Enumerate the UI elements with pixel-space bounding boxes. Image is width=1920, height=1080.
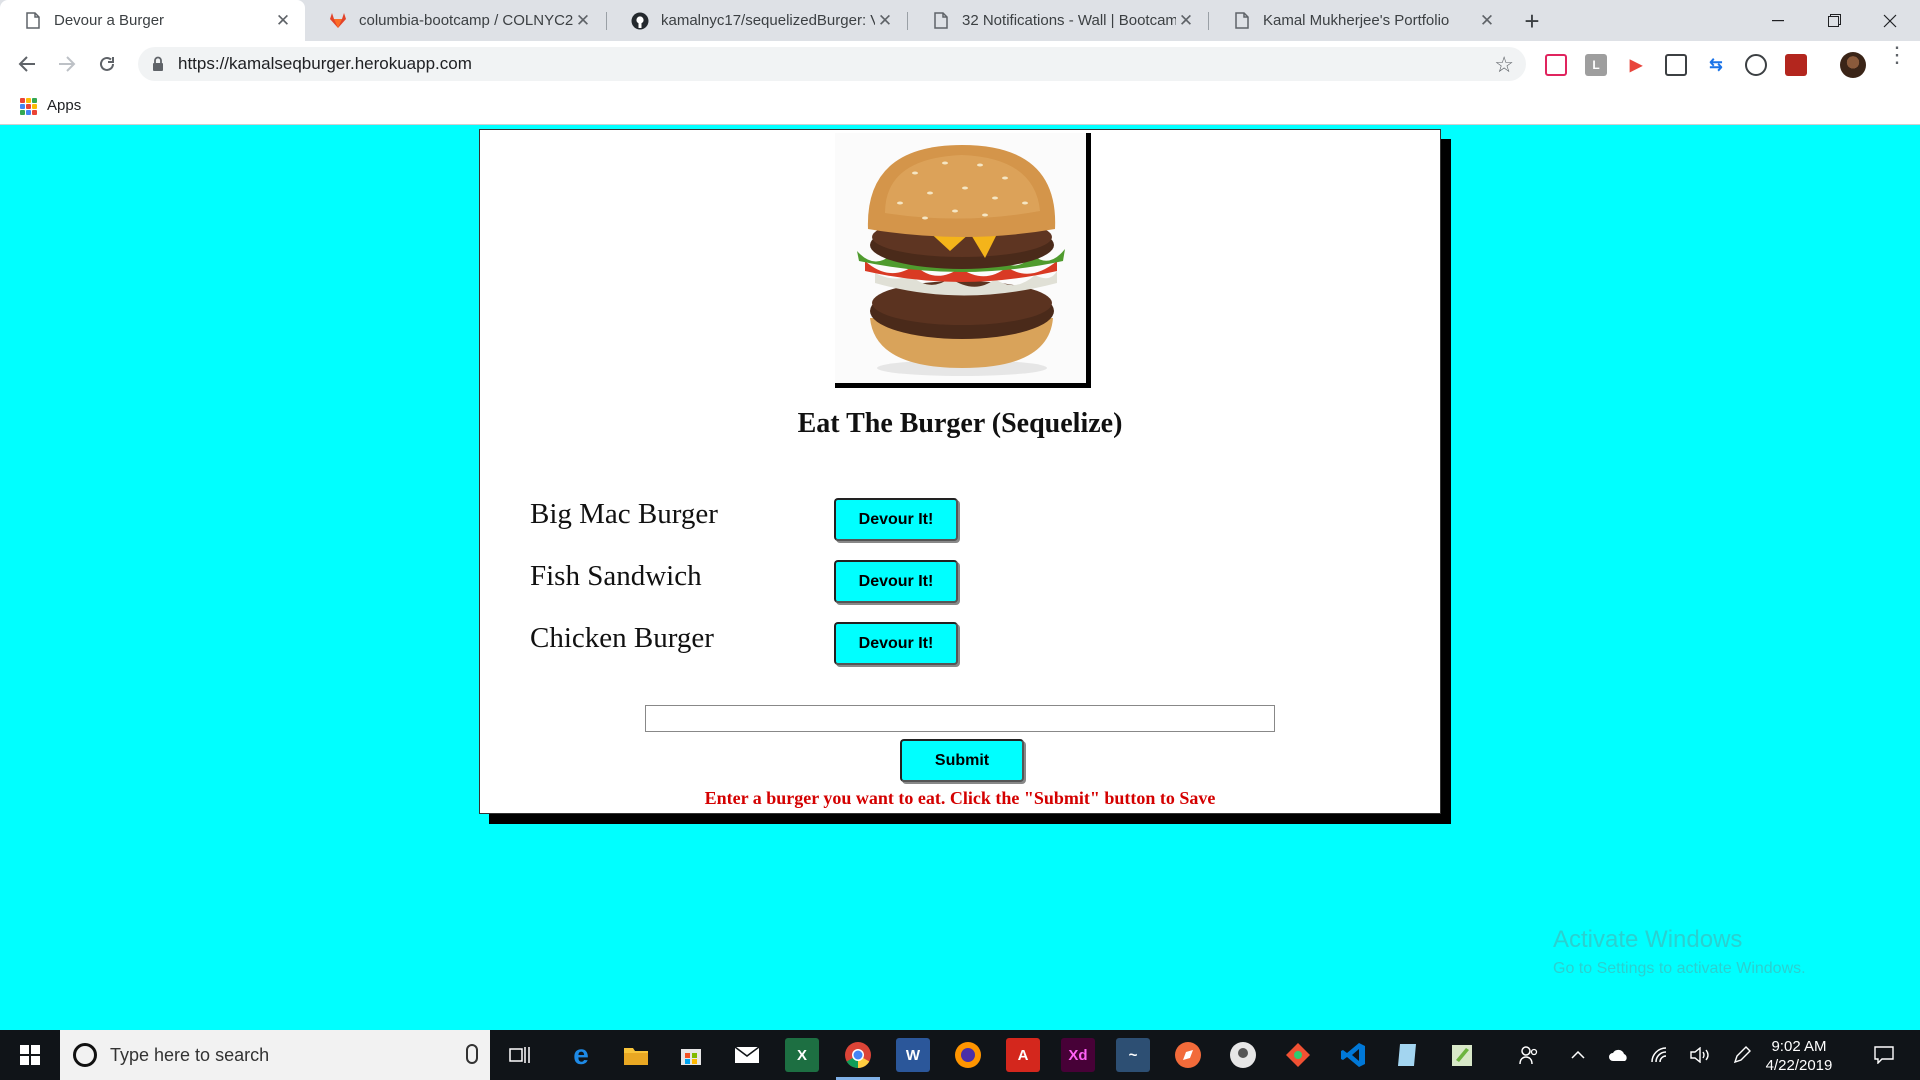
tab-github[interactable]: kamalnyc17/sequelizedBurger: Vi ✕ (607, 0, 907, 41)
github-desktop-icon[interactable] (1226, 1038, 1260, 1072)
excel-icon[interactable]: X (785, 1038, 819, 1072)
burger-card: Eat The Burger (Sequelize) Big Mac Burge… (479, 129, 1441, 814)
activate-windows-watermark: Activate Windows Go to Settings to activ… (1553, 926, 1806, 978)
microphone-icon[interactable] (466, 1044, 478, 1064)
tab-label: Devour a Burger (54, 12, 165, 29)
notepad-icon[interactable] (1391, 1038, 1425, 1072)
forward-arrow-icon[interactable] (52, 49, 82, 79)
mysql-workbench-icon[interactable]: ~ (1116, 1038, 1150, 1072)
restore-icon[interactable] (1806, 0, 1862, 41)
tab-strip: Devour a Burger ✕ columbia-bootcamp / CO… (0, 0, 1920, 41)
minimize-icon[interactable] (1750, 0, 1806, 41)
tab-devour-a-burger[interactable]: Devour a Burger ✕ (0, 0, 305, 41)
chrome-icon[interactable] (841, 1038, 875, 1072)
bookmarks-bar: Apps (0, 87, 1920, 125)
people-icon[interactable] (1512, 1030, 1546, 1080)
github-icon (631, 12, 649, 30)
devour-button[interactable]: Devour It! (834, 498, 958, 541)
burger-list-item: Chicken Burger Devour It! (530, 620, 1030, 666)
compass-icon[interactable] (1171, 1038, 1205, 1072)
devour-button[interactable]: Devour It! (834, 560, 958, 603)
tab-portfolio[interactable]: Kamal Mukherjee's Portfolio ✕ (1209, 0, 1509, 41)
word-icon[interactable]: W (896, 1038, 930, 1072)
onedrive-cloud-icon[interactable] (1604, 1030, 1634, 1080)
apps-grid-icon[interactable] (20, 98, 37, 115)
back-arrow-icon[interactable] (12, 49, 42, 79)
burger-name: Fish Sandwich (530, 560, 702, 592)
browser-toolbar: https://kamalseqburger.herokuapp.com ☆ L… (0, 41, 1920, 87)
burger-image-frame (835, 133, 1091, 388)
profile-avatar[interactable] (1840, 52, 1866, 78)
git-kraken-icon[interactable] (1281, 1038, 1315, 1072)
close-tab-icon[interactable]: ✕ (1176, 11, 1196, 31)
mail-icon[interactable] (730, 1038, 764, 1072)
burger-name: Big Mac Burger (530, 498, 718, 530)
adobe-xd-icon[interactable]: Xd (1061, 1038, 1095, 1072)
clock-time: 9:02 AM (1771, 1038, 1827, 1055)
lastpass-extension-icon[interactable]: L (1585, 54, 1607, 76)
reload-icon[interactable] (92, 49, 122, 79)
page-icon (24, 12, 42, 30)
notepad-plus-plus-icon[interactable] (1446, 1038, 1480, 1072)
chevron-up-icon[interactable] (1563, 1030, 1593, 1080)
task-view-icon[interactable] (503, 1038, 537, 1072)
file-explorer-icon[interactable] (619, 1038, 653, 1072)
close-tab-icon[interactable]: ✕ (573, 11, 593, 31)
burger-list-item: Fish Sandwich Devour It! (530, 558, 1030, 604)
pocket-extension-icon[interactable] (1545, 54, 1567, 76)
tab-label: Kamal Mukherjee's Portfolio (1263, 12, 1450, 29)
windows-taskbar: Type here to search e X W A Xd ~ 9:02 AM… (0, 1030, 1920, 1080)
close-tab-icon[interactable]: ✕ (875, 11, 895, 31)
tab-label: columbia-bootcamp / COLNYC20 (359, 12, 573, 29)
screencast-extension-icon[interactable]: ▶ (1625, 54, 1647, 76)
code-extension-icon[interactable] (1745, 54, 1767, 76)
wifi-icon[interactable] (1645, 1030, 1675, 1080)
search-placeholder: Type here to search (110, 1045, 270, 1065)
instruction-text: Enter a burger you want to eat. Click th… (704, 788, 1216, 808)
sync-extension-icon[interactable]: ⇆ (1705, 54, 1727, 76)
url-text: https://kamalseqburger.herokuapp.com (178, 54, 472, 73)
more-menu-icon[interactable]: ⋮ (1886, 44, 1908, 66)
address-bar[interactable]: https://kamalseqburger.herokuapp.com ☆ (138, 47, 1526, 81)
page-viewport: Eat The Burger (Sequelize) Big Mac Burge… (0, 126, 1920, 1030)
vscode-icon[interactable] (1336, 1038, 1370, 1072)
system-clock[interactable]: 9:02 AM 4/22/2019 (1756, 1037, 1842, 1075)
burger-name-input[interactable] (645, 705, 1275, 732)
tab-gitlab[interactable]: columbia-bootcamp / COLNYC20 ✕ (305, 0, 605, 41)
gitlab-icon (329, 12, 347, 30)
close-window-icon[interactable] (1862, 0, 1918, 41)
clock-date: 4/22/2019 (1765, 1057, 1833, 1074)
tab-notifications[interactable]: 32 Notifications - Wall | Bootcam ✕ (908, 0, 1208, 41)
watermark-title: Activate Windows (1553, 926, 1743, 953)
microsoft-store-icon[interactable] (674, 1038, 708, 1072)
cortana-icon (73, 1043, 97, 1067)
close-tab-icon[interactable]: ✕ (273, 11, 293, 31)
tab-label: 32 Notifications - Wall | Bootcam (962, 12, 1176, 29)
watermark-subtitle: Go to Settings to activate Windows. (1553, 960, 1806, 977)
burger-image (835, 133, 1086, 383)
action-center-icon[interactable] (1864, 1030, 1904, 1080)
new-tab-icon[interactable]: + (1518, 6, 1546, 36)
close-tab-icon[interactable]: ✕ (1477, 11, 1497, 31)
apps-link[interactable]: Apps (47, 87, 81, 125)
volume-icon[interactable] (1686, 1030, 1716, 1080)
screenshot-extension-icon[interactable] (1665, 54, 1687, 76)
tab-label: kamalnyc17/sequelizedBurger: Vi (661, 12, 875, 29)
burger-list-item: Big Mac Burger Devour It! (530, 496, 1030, 542)
page-icon (932, 12, 950, 30)
firefox-icon[interactable] (951, 1038, 985, 1072)
devour-button[interactable]: Devour It! (834, 622, 958, 665)
bookmark-star-icon[interactable]: ☆ (1494, 52, 1514, 78)
page-title: Eat The Burger (Sequelize) (797, 408, 1123, 439)
windows-start-icon[interactable] (0, 1030, 60, 1080)
pen-workspace-icon[interactable] (1727, 1030, 1757, 1080)
burger-name: Chicken Burger (530, 622, 714, 654)
pdf-extension-icon[interactable] (1785, 54, 1807, 76)
page-icon (1233, 12, 1251, 30)
lock-icon (152, 56, 164, 72)
submit-button[interactable]: Submit (900, 739, 1024, 782)
acrobat-icon[interactable]: A (1006, 1038, 1040, 1072)
taskbar-search[interactable]: Type here to search (60, 1030, 490, 1080)
edge-browser-icon[interactable]: e (564, 1038, 598, 1072)
